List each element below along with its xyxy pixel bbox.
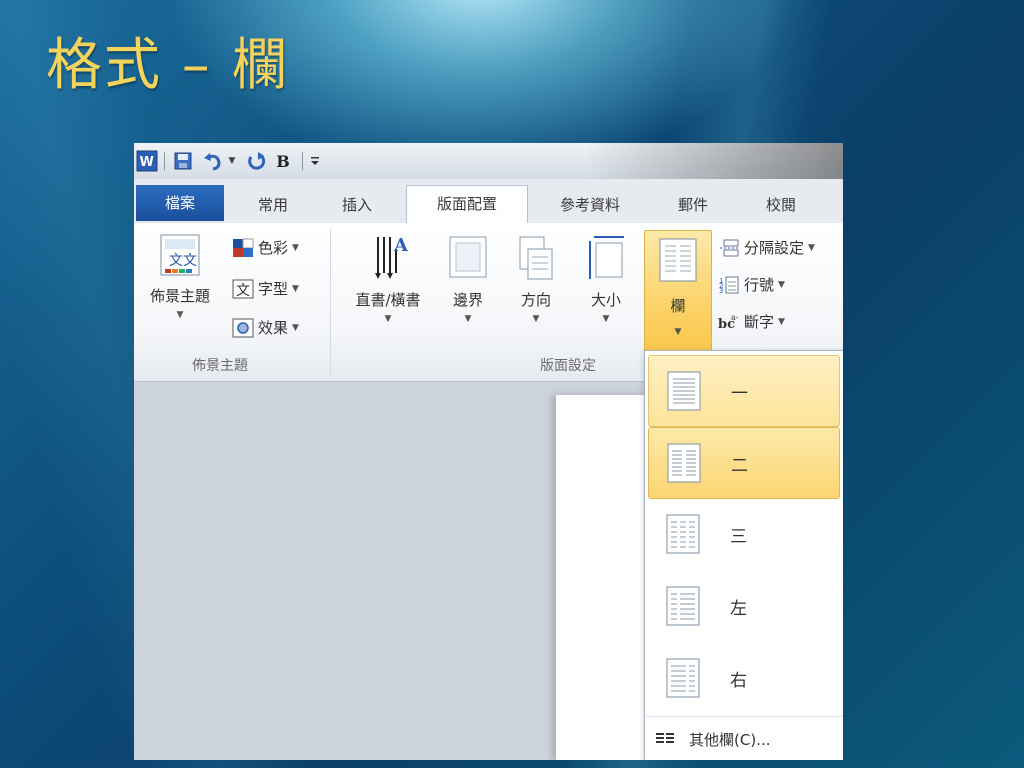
ribbon-tabs: 檔案 常用 插入 版面配置 參考資料 郵件 校閱 — [134, 179, 843, 224]
effects-icon — [232, 318, 254, 337]
colors-label: 色彩 — [258, 239, 289, 257]
size-icon — [589, 236, 624, 279]
menu-item-label: 左 — [730, 598, 747, 619]
svg-text:文: 文 — [236, 283, 250, 299]
text-direction-button[interactable]: A 直書/橫書 ▼ — [340, 233, 436, 324]
three-columns-icon — [660, 511, 706, 557]
margins-icon — [449, 236, 487, 278]
menu-item-label: 一 — [731, 383, 748, 404]
toolbar-separator — [302, 152, 303, 170]
tab-file[interactable]: 檔案 — [136, 185, 224, 221]
customize-toolbar-icon[interactable] — [308, 150, 322, 172]
breaks-button[interactable]: 分隔設定 ▼ — [718, 237, 815, 258]
effects-label: 效果 — [258, 319, 289, 337]
chevron-down-icon: ▼ — [778, 279, 785, 290]
menu-item-one-column[interactable]: 一 — [648, 355, 840, 427]
tab-home[interactable]: 常用 — [238, 187, 308, 223]
chevron-down-icon: ▼ — [602, 314, 610, 324]
one-column-icon — [661, 368, 707, 414]
fonts-label: 字型 — [258, 280, 289, 298]
columns-icon — [659, 238, 697, 282]
hyphenation-button[interactable]: bc a- 斷字 ▼ — [718, 311, 785, 332]
line-numbers-label: 行號 — [744, 276, 775, 294]
size-label: 大小 — [590, 291, 621, 309]
hyphenation-label: 斷字 — [744, 313, 775, 331]
chevron-down-icon: ▼ — [674, 327, 682, 337]
effects-button[interactable]: 效果 ▼ — [232, 317, 299, 338]
line-numbers-icon: 123 — [719, 276, 739, 295]
page-setup-group-label: 版面設定 — [540, 358, 596, 374]
svg-text:a-: a- — [731, 313, 739, 322]
hyphenation-icon: bca- — [718, 313, 739, 332]
colors-icon — [233, 238, 254, 257]
columns-dropdown-menu: 一 二 三 左 右 其他欄(C)... — [644, 350, 843, 760]
menu-item-label: 二 — [731, 455, 748, 476]
tab-review[interactable]: 校閱 — [746, 187, 816, 223]
columns-label: 欄 — [670, 297, 686, 315]
text-direction-icon: A — [375, 235, 409, 279]
tab-page-layout[interactable]: 版面配置 — [406, 185, 528, 224]
menu-item-label: 三 — [730, 526, 747, 547]
orientation-button[interactable]: 方向 ▼ — [510, 233, 562, 324]
svg-text:W: W — [140, 155, 154, 170]
line-numbers-button[interactable]: 123 行號 ▼ — [718, 274, 785, 295]
chevron-down-icon: ▼ — [808, 242, 815, 253]
columns-button[interactable]: 欄 ▼ — [644, 230, 712, 352]
breaks-label: 分隔設定 — [744, 239, 805, 257]
bold-button[interactable]: B — [272, 150, 294, 172]
chevron-down-icon: ▼ — [532, 314, 540, 324]
colors-button[interactable]: 色彩 ▼ — [232, 237, 299, 258]
more-columns-icon — [656, 733, 674, 743]
orientation-label: 方向 — [520, 291, 551, 309]
quick-access-toolbar: W ▼ B — [134, 143, 843, 179]
word-screenshot: W ▼ B 檔案 常用 插入 版面配置 參考資料 郵件 校閱 文文 佈景主題 ▼… — [134, 143, 843, 760]
menu-item-left-column[interactable]: 左 — [648, 571, 838, 641]
word-logo-icon[interactable]: W — [136, 150, 158, 172]
chevron-down-icon: ▼ — [292, 283, 299, 294]
svg-text:A: A — [393, 235, 409, 256]
title-bar-shadow — [583, 143, 843, 179]
chevron-down-icon: ▼ — [176, 310, 184, 320]
margins-button[interactable]: 邊界 ▼ — [442, 233, 494, 324]
two-columns-icon — [661, 440, 707, 486]
margins-label: 邊界 — [452, 291, 483, 309]
menu-item-two-columns[interactable]: 二 — [648, 427, 840, 499]
menu-item-three-columns[interactable]: 三 — [648, 499, 838, 569]
themes-label: 佈景主題 — [149, 287, 210, 305]
more-columns-button[interactable]: 其他欄(C)... — [645, 716, 843, 760]
save-icon[interactable] — [172, 150, 194, 172]
themes-button[interactable]: 文文 佈景主題 ▼ — [140, 233, 220, 320]
chevron-down-icon: ▼ — [778, 316, 785, 327]
left-column-icon — [660, 583, 706, 629]
toolbar-separator — [164, 152, 165, 170]
tab-insert[interactable]: 插入 — [322, 187, 392, 223]
breaks-icon — [720, 239, 739, 256]
fonts-icon: 文 — [232, 279, 254, 299]
orientation-icon — [519, 236, 553, 280]
svg-text:3: 3 — [719, 287, 723, 295]
chevron-down-icon: ▼ — [384, 314, 392, 324]
themes-group-label: 佈景主題 — [192, 358, 248, 374]
tab-references[interactable]: 參考資料 — [538, 187, 642, 223]
svg-text:文文: 文文 — [169, 253, 197, 269]
more-columns-label: 其他欄(C)... — [689, 730, 771, 749]
themes-icon: 文文 — [160, 234, 200, 276]
menu-item-label: 右 — [730, 670, 747, 691]
undo-icon[interactable] — [200, 150, 226, 172]
undo-dropdown-icon[interactable]: ▼ — [226, 150, 238, 172]
group-separator — [330, 229, 331, 377]
redo-icon[interactable] — [244, 150, 268, 172]
chevron-down-icon: ▼ — [292, 322, 299, 333]
size-button[interactable]: 大小 ▼ — [580, 233, 632, 324]
chevron-down-icon: ▼ — [292, 242, 299, 253]
fonts-button[interactable]: 文 字型 ▼ — [232, 278, 299, 299]
slide-title: 格式 – 欄 — [46, 33, 290, 98]
right-column-icon — [660, 655, 706, 701]
menu-item-right-column[interactable]: 右 — [648, 643, 838, 713]
tab-mailings[interactable]: 郵件 — [658, 187, 728, 223]
text-direction-label: 直書/橫書 — [355, 291, 421, 309]
chevron-down-icon: ▼ — [464, 314, 472, 324]
